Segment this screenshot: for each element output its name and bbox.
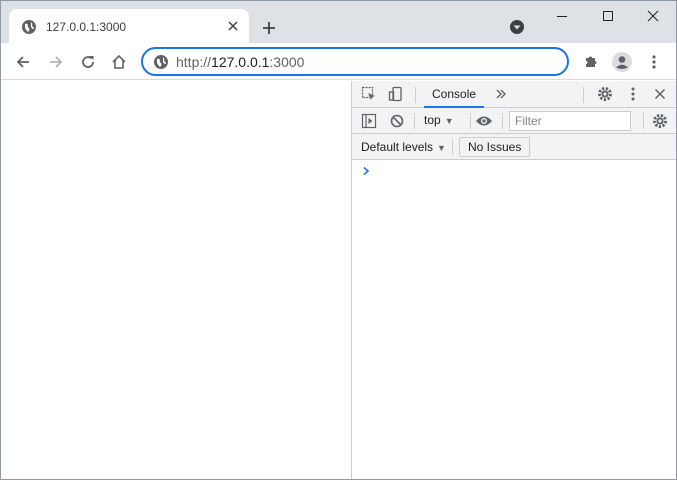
inspect-element-icon[interactable]	[359, 84, 379, 104]
device-toolbar-icon[interactable]	[386, 84, 406, 104]
log-levels-dropdown[interactable]: Default levels ▼	[361, 140, 446, 154]
clear-console-icon[interactable]	[387, 111, 407, 131]
dropdown-arrow-icon: ▼	[444, 116, 454, 126]
browser-toolbar: http://127.0.0.1:3000	[1, 43, 676, 80]
live-expression-eye-icon[interactable]	[474, 111, 494, 131]
extensions-puzzle-icon[interactable]	[578, 49, 604, 75]
browser-tab[interactable]: 127.0.0.1:3000	[9, 9, 249, 43]
context-selector[interactable]: top ▼	[424, 113, 454, 127]
profile-avatar-icon[interactable]	[609, 49, 635, 75]
address-url[interactable]: http://127.0.0.1:3000	[176, 54, 304, 70]
settings-gear-icon[interactable]	[595, 84, 615, 104]
tab-search-icon[interactable]	[508, 18, 526, 36]
console-levels-toolbar: Default levels ▼ No Issues	[352, 134, 676, 160]
toolbar-divider	[643, 113, 644, 129]
console-toolbar: top ▼	[352, 108, 676, 134]
console-prompt-chevron-icon[interactable]	[362, 165, 372, 177]
console-filter-input[interactable]	[509, 111, 631, 131]
console-output[interactable]	[352, 160, 676, 479]
page-viewport	[1, 81, 351, 479]
devtools-tab-bar: Console	[352, 81, 676, 108]
new-tab-icon[interactable]	[257, 16, 281, 40]
tab-strip: 127.0.0.1:3000	[1, 1, 676, 43]
reload-icon[interactable]	[75, 49, 101, 75]
toolbar-divider	[502, 113, 503, 129]
devtools-menu-icon[interactable]	[623, 84, 643, 104]
toolbar-divider	[470, 113, 471, 129]
minimize-icon[interactable]	[539, 1, 585, 31]
console-settings-gear-icon[interactable]	[650, 111, 670, 131]
more-tabs-chevron-icon[interactable]	[491, 84, 511, 104]
toolbar-divider	[583, 87, 584, 103]
home-icon[interactable]	[106, 49, 132, 75]
tab-close-icon[interactable]	[225, 18, 241, 34]
tab-console[interactable]: Console	[424, 81, 485, 108]
back-arrow-icon[interactable]	[10, 49, 36, 75]
toolbar-divider	[452, 139, 453, 155]
toolbar-divider	[415, 87, 416, 103]
maximize-icon[interactable]	[585, 1, 631, 31]
window-close-icon[interactable]	[630, 1, 676, 31]
browser-window: 127.0.0.1:3000 http://127.0.0.1:3000 Con…	[0, 0, 677, 480]
dropdown-arrow-icon: ▼	[437, 143, 446, 153]
address-bar[interactable]: http://127.0.0.1:3000	[141, 47, 569, 76]
tab-title: 127.0.0.1:3000	[46, 20, 127, 34]
devtools-panel: Console top ▼ Filter Default levels ▼ No…	[351, 81, 676, 479]
globe-icon[interactable]	[153, 54, 169, 70]
sidebar-toggle-icon[interactable]	[359, 111, 379, 131]
browser-menu-icon[interactable]	[641, 49, 667, 75]
devtools-close-icon[interactable]	[650, 84, 670, 104]
forward-arrow-icon[interactable]	[43, 49, 69, 75]
issues-button[interactable]: No Issues	[459, 137, 531, 157]
toolbar-divider	[414, 113, 415, 129]
globe-icon	[21, 19, 37, 35]
